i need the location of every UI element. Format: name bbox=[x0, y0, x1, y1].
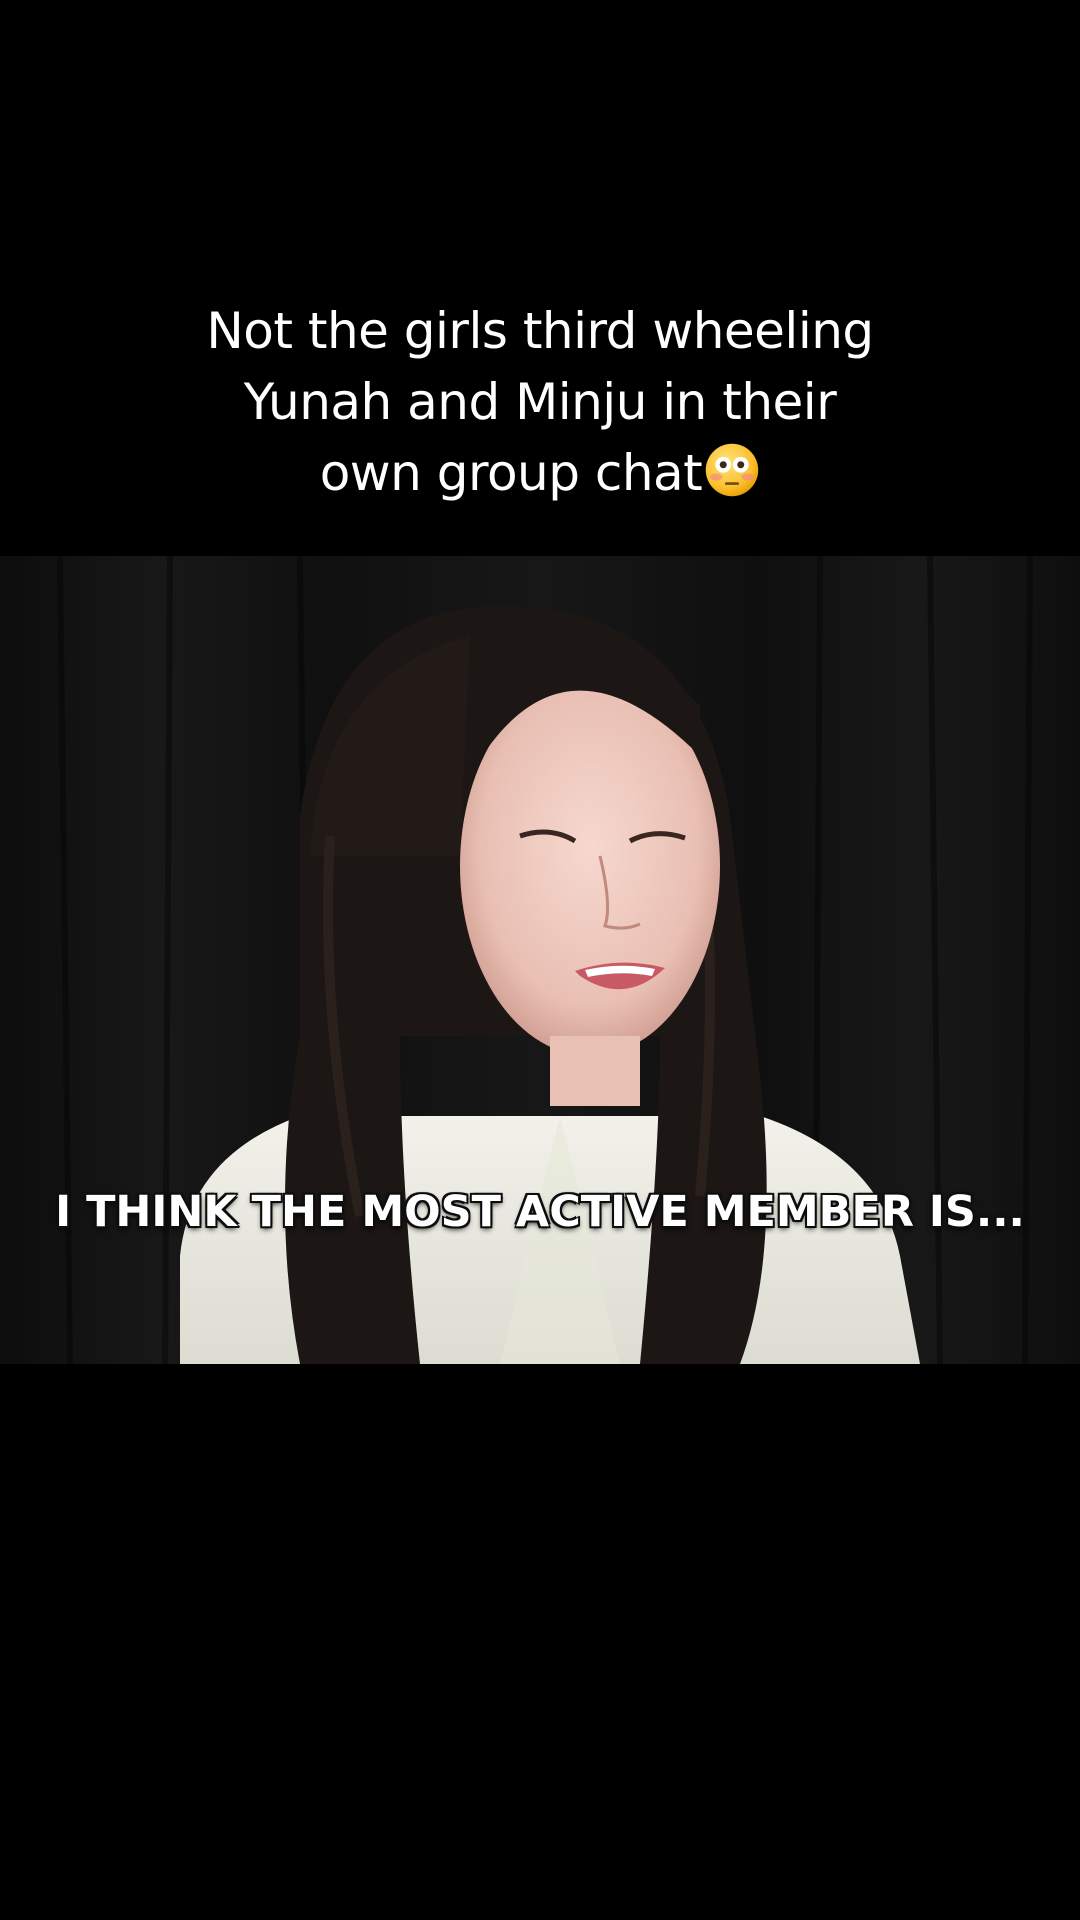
video-frame[interactable]: I THINK THE MOST ACTIVE MEMBER IS... bbox=[0, 556, 1080, 1364]
caption-line-3-wrap: own group chat bbox=[0, 438, 1080, 509]
video-subtitle: I THINK THE MOST ACTIVE MEMBER IS... bbox=[54, 1186, 1026, 1238]
video-caption: Not the girls third wheeling Yunah and M… bbox=[0, 296, 1080, 509]
caption-line-2: Yunah and Minju in their bbox=[243, 373, 837, 431]
flushed-face-emoji-icon bbox=[706, 443, 759, 497]
video-still-image bbox=[0, 556, 1080, 1364]
caption-line-3: own group chat bbox=[319, 444, 703, 502]
caption-line-1: Not the girls third wheeling bbox=[206, 302, 874, 360]
